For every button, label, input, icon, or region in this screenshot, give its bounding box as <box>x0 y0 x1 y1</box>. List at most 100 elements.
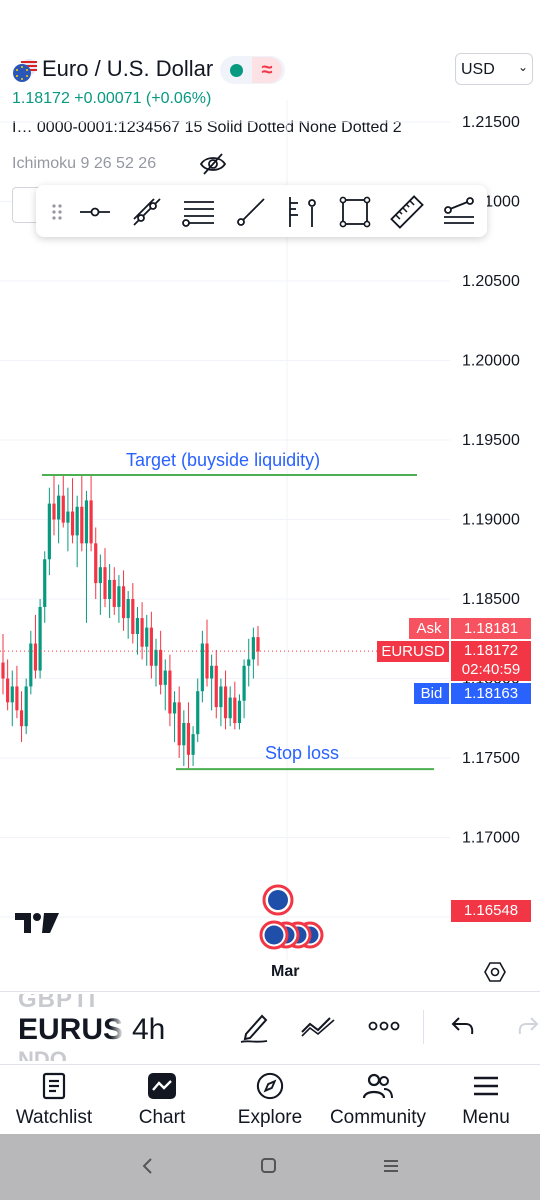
bar-countdown: 02:40:59 <box>461 661 521 678</box>
candle-body <box>94 543 98 584</box>
symbol-tag: EURUSD <box>377 641 449 662</box>
menu-icon <box>474 1076 498 1096</box>
candle-body <box>15 686 19 711</box>
candle-body <box>149 627 153 666</box>
candle-body <box>84 500 89 544</box>
candle-body <box>10 686 14 703</box>
candle-body <box>233 697 237 724</box>
candle-body <box>251 637 255 660</box>
candle-body <box>6 678 10 703</box>
candle-body <box>200 643 204 692</box>
nav-label: Community <box>329 1107 427 1128</box>
nav-label: Explore <box>237 1107 303 1128</box>
candle-body <box>247 659 251 666</box>
candle-body <box>159 649 163 685</box>
candle-body <box>80 506 84 544</box>
candle-body <box>38 606 42 671</box>
nav-chart[interactable]: Chart <box>108 1072 216 1129</box>
chart-icon <box>148 1073 176 1099</box>
candle-body <box>214 665 218 708</box>
compass-icon <box>256 1072 284 1100</box>
x-axis-label-mar: Mar <box>271 963 300 980</box>
tradingview-logo-icon <box>15 913 59 933</box>
candle-body <box>191 734 195 755</box>
nav-community[interactable]: Community <box>324 1072 432 1129</box>
redo-icon[interactable] <box>518 1014 540 1038</box>
ray-tool-icon[interactable] <box>234 195 268 229</box>
symbol-title[interactable]: Euro / U.S. Dollar <box>42 56 213 82</box>
back-icon[interactable] <box>140 1156 156 1176</box>
ask-price-tag: 1.18181 <box>451 618 531 639</box>
wave-icon: ≈ <box>252 57 282 83</box>
candle-body <box>33 643 38 671</box>
fib-retracement-tool-icon[interactable] <box>182 195 216 229</box>
candle-body <box>61 495 65 523</box>
nav-label: Watchlist <box>15 1107 93 1128</box>
candle-body <box>19 710 24 727</box>
more-options-icon[interactable] <box>368 1018 400 1034</box>
candle-body <box>57 495 61 520</box>
y-axis-label: 1.19500 <box>462 432 520 449</box>
candle-body <box>228 697 232 719</box>
candle-body <box>70 511 75 536</box>
divider <box>423 1010 424 1044</box>
candle-body <box>47 503 51 560</box>
long-position-tool-icon[interactable] <box>284 195 318 229</box>
last-price-tag: 1.18172 02:40:59 <box>451 641 531 681</box>
candle-body <box>29 643 33 687</box>
candle-body <box>140 618 144 647</box>
candle-body <box>196 691 200 735</box>
candle-body <box>98 567 102 584</box>
economic-events-markers[interactable] <box>258 882 330 952</box>
candle-body <box>223 686 228 719</box>
stop-loss-label: Stop loss <box>265 743 339 763</box>
candle-body <box>242 665 246 701</box>
symbol-current[interactable]: EURUS <box>18 1013 123 1047</box>
candle-body <box>43 559 47 607</box>
market-open-icon <box>230 64 243 77</box>
nav-watchlist[interactable]: Watchlist <box>0 1072 108 1129</box>
candle-body <box>172 702 177 714</box>
candle-body <box>163 670 167 685</box>
watchlist-icon <box>42 1072 66 1100</box>
candle-body <box>108 579 112 599</box>
ask-label: Ask <box>409 618 449 639</box>
eu-event-icon <box>262 884 294 916</box>
ruler-tool-icon[interactable] <box>390 195 424 229</box>
candle-body <box>24 686 28 727</box>
candle-body <box>145 627 149 647</box>
candle-body <box>205 643 209 679</box>
candle-body <box>121 586 126 619</box>
y-axis-label: 1.21500 <box>462 114 520 131</box>
trend-line-tool-icon[interactable] <box>130 195 164 229</box>
y-axis-label: 1.19000 <box>462 512 520 529</box>
candle-body <box>186 723 191 755</box>
horizontal-line-tool-icon[interactable] <box>78 195 112 229</box>
candle-body <box>112 579 116 607</box>
home-icon[interactable] <box>260 1157 278 1175</box>
bid-label: Bid <box>414 683 449 704</box>
candle-body <box>135 618 140 634</box>
chart-settings-icon[interactable] <box>483 960 507 984</box>
fade <box>110 996 124 1062</box>
drag-handle-icon[interactable] <box>42 195 76 229</box>
rectangle-tool-icon[interactable] <box>338 195 372 229</box>
candle-body <box>66 511 70 523</box>
undo-icon[interactable] <box>450 1014 476 1038</box>
y-axis-label: 1.20500 <box>462 273 520 290</box>
nav-label: Menu <box>462 1107 510 1128</box>
candle-body <box>256 637 260 652</box>
candle-body <box>237 700 242 724</box>
fib-channel-tool-icon[interactable] <box>442 195 476 229</box>
y-axis-label: 1.18500 <box>462 591 520 608</box>
candle-body <box>75 506 79 536</box>
recents-icon[interactable] <box>382 1158 400 1174</box>
candle-body <box>103 567 107 599</box>
y-axis-label: 1.20000 <box>462 353 520 370</box>
nav-explore[interactable]: Explore <box>216 1072 324 1129</box>
nav-menu[interactable]: Menu <box>432 1072 540 1129</box>
indicators-icon[interactable] <box>300 1012 336 1040</box>
pencil-draw-icon[interactable] <box>238 1010 270 1044</box>
interval-selector[interactable]: 4h <box>132 1013 165 1047</box>
candle-body <box>117 586 121 607</box>
